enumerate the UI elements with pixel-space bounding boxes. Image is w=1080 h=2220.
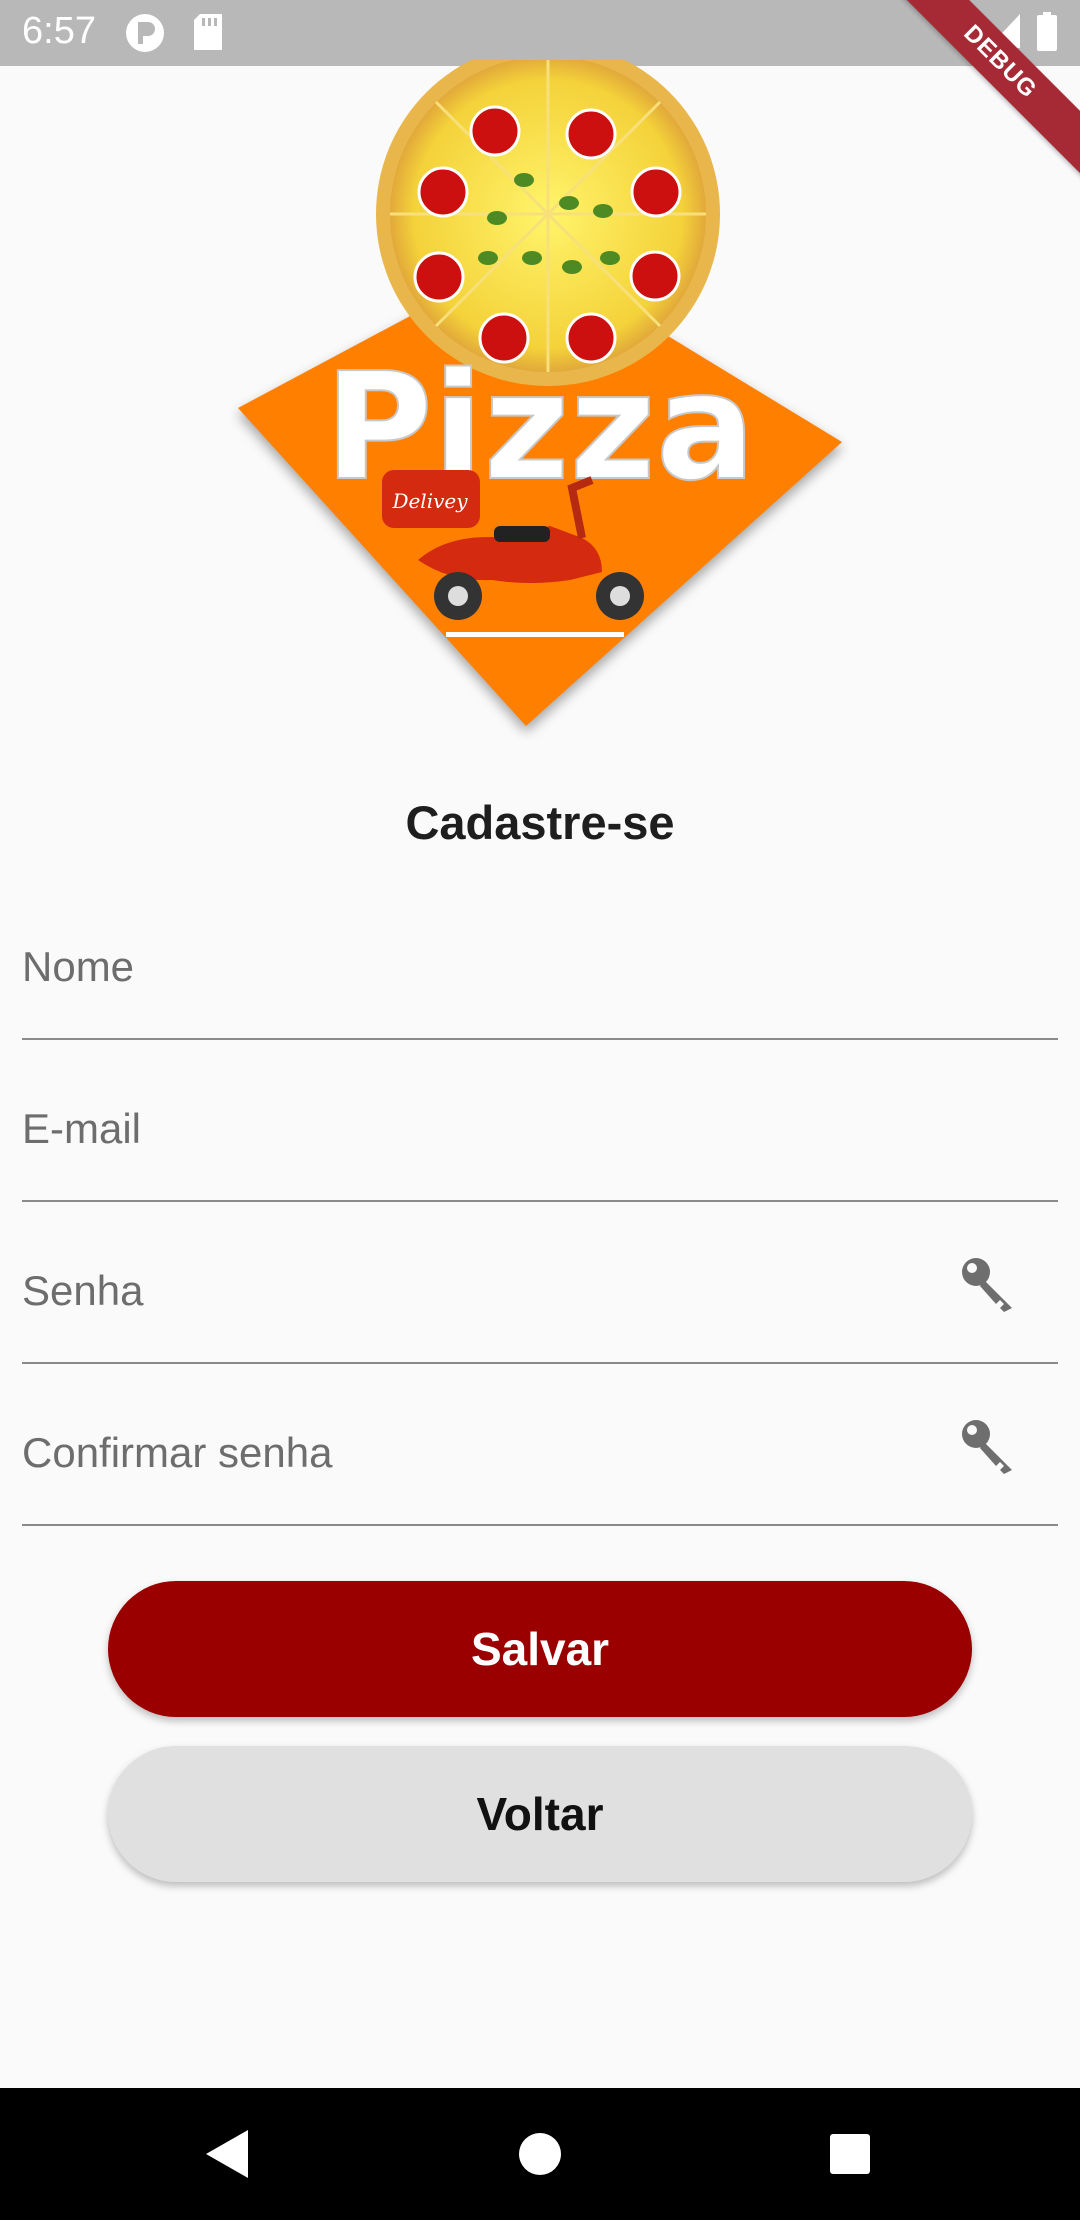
name-field[interactable] (22, 878, 1058, 1040)
name-input[interactable] (22, 878, 1058, 1040)
password-input[interactable] (22, 1202, 1058, 1364)
key-icon[interactable] (958, 1416, 1022, 1480)
confirm-password-field[interactable] (22, 1364, 1058, 1526)
confirm-password-input[interactable] (22, 1364, 1058, 1526)
email-input[interactable] (22, 1040, 1058, 1202)
home-icon[interactable] (518, 2128, 562, 2180)
battery-icon (1037, 12, 1057, 51)
save-button[interactable]: Salvar (108, 1581, 972, 1717)
pizza-delivery-logo: Pizza Delivey (238, 60, 842, 726)
back-button[interactable]: Voltar (108, 1746, 972, 1882)
status-time: 6:57 (22, 10, 96, 52)
email-field[interactable] (22, 1040, 1058, 1202)
recents-icon[interactable] (828, 2128, 872, 2180)
navigation-bar (0, 2088, 1080, 2220)
page-title: Cadastre-se (405, 796, 675, 849)
key-icon[interactable] (958, 1254, 1022, 1318)
p-circle-icon (126, 14, 164, 52)
password-field[interactable] (22, 1202, 1058, 1364)
svg-text:Delivey: Delivey (391, 489, 468, 513)
back-icon[interactable] (202, 2128, 252, 2180)
sd-card-icon (194, 14, 222, 50)
